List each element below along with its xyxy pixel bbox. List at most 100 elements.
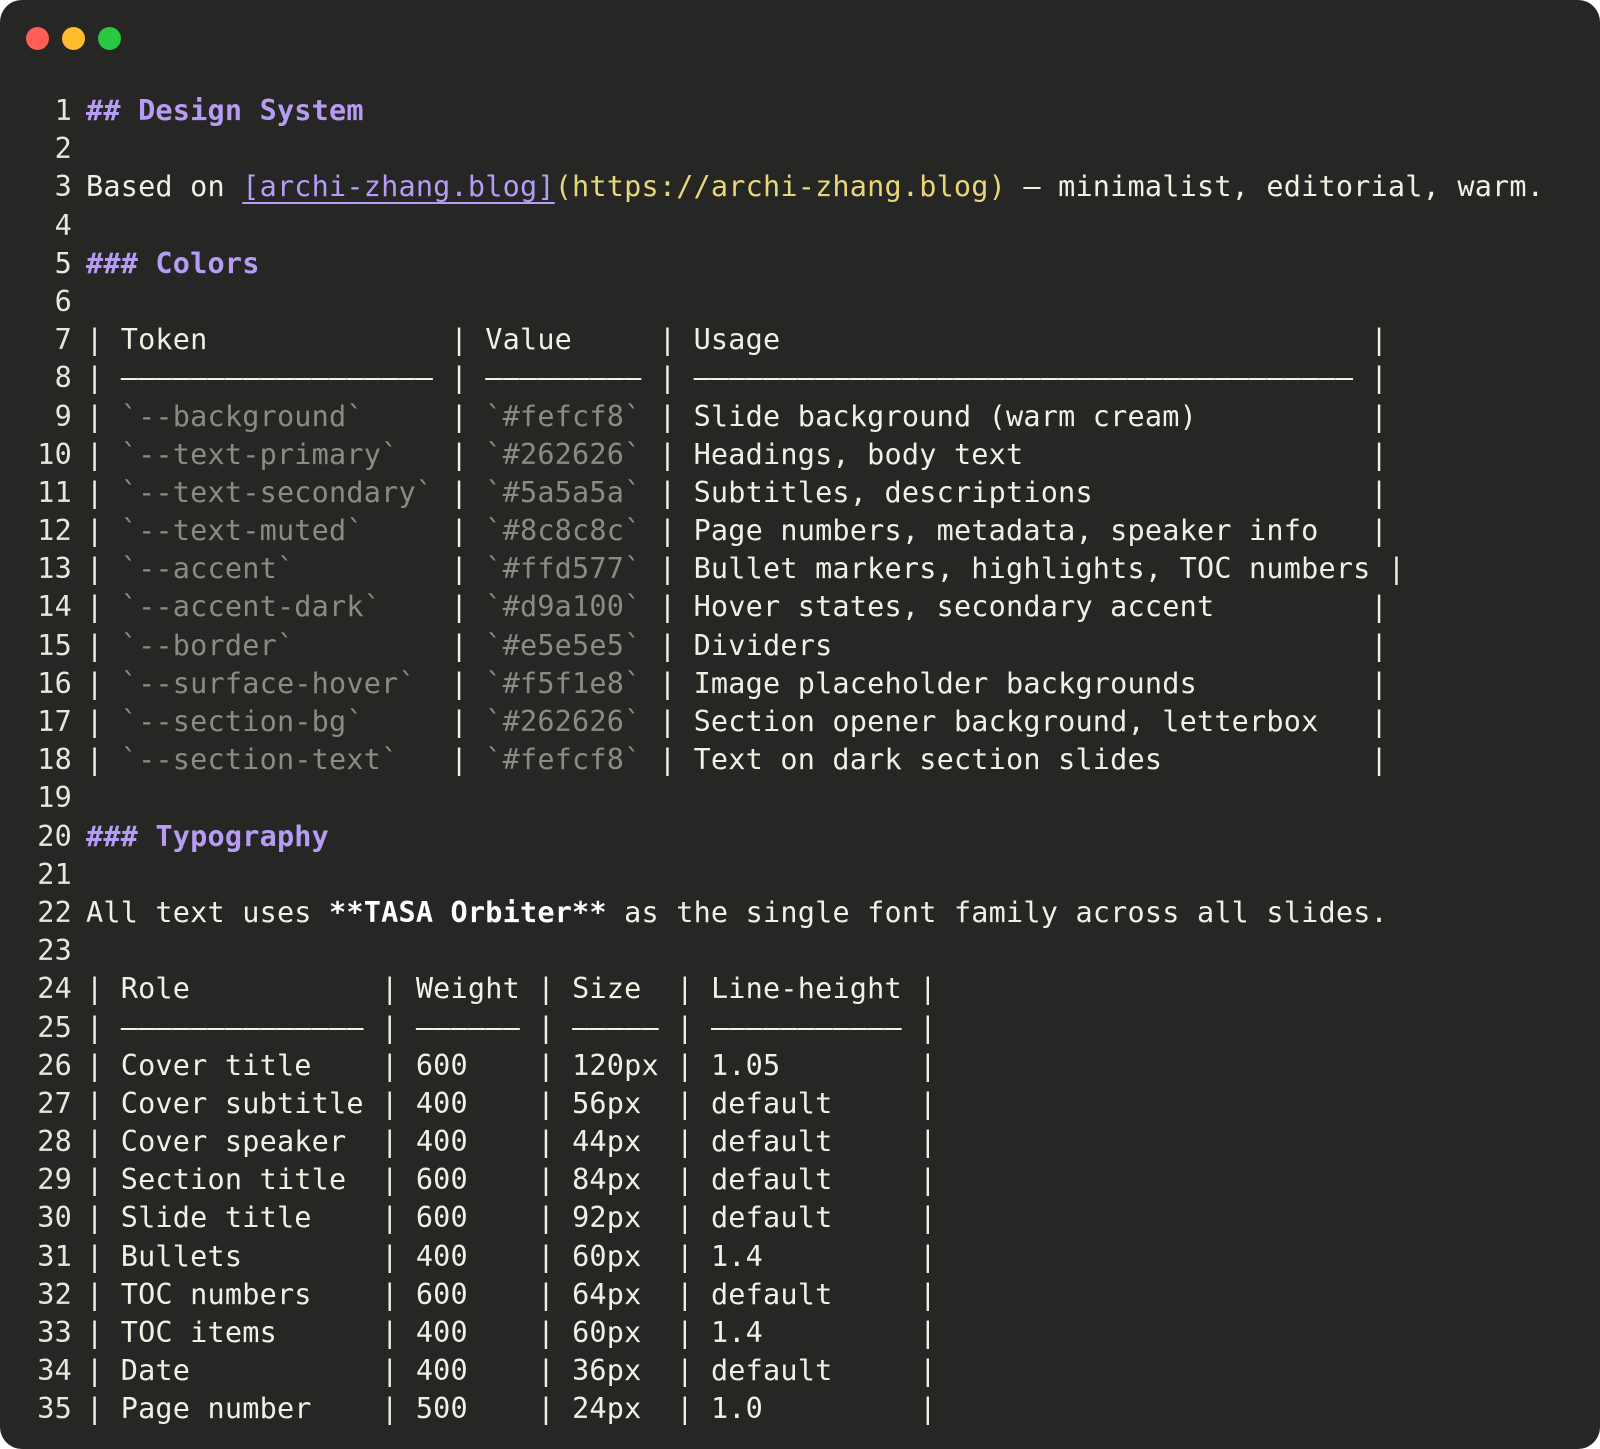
line-number: 15 <box>37 628 72 662</box>
color-usage: Bullet markers, highlights, TOC numbers <box>693 552 1371 586</box>
typo-weight: 600 <box>415 1048 520 1082</box>
line-number: 1 <box>54 94 72 127</box>
typo-line-height: default <box>710 1277 902 1311</box>
color-value: `#262626` <box>485 437 642 471</box>
table-pipe: | <box>86 1125 121 1159</box>
maximize-button[interactable] <box>98 27 121 50</box>
color-value: `#5a5a5a` <box>485 475 642 509</box>
line-content: ### Colors <box>72 245 260 283</box>
typo-weight: 500 <box>415 1392 520 1426</box>
table-pipe: | <box>641 514 694 548</box>
table-pipe: | <box>363 1048 416 1082</box>
typo-line-height: default <box>710 1354 902 1388</box>
table-pipe: | <box>433 666 486 700</box>
typo-weight: 400 <box>415 1354 520 1388</box>
table-pipe: | <box>658 1277 711 1311</box>
table-pipe: | <box>658 972 711 1006</box>
table-pipe: | <box>519 1392 573 1426</box>
line-number: 7 <box>54 323 72 357</box>
color-value: `#fefcf8` <box>485 399 642 433</box>
typo-line-height: default <box>710 1125 902 1159</box>
table-row: 9 | `--background` | `#fefcf8` | Slide ba… <box>0 398 1600 436</box>
table-row: 13 | `--accent` | `#ffd577` | Bullet mark… <box>0 550 1600 588</box>
typography-intro-bold: **TASA Orbiter** <box>329 895 607 929</box>
typo-role: Bullets <box>120 1239 364 1273</box>
line-content: Based on [archi-zhang.blog](https://arch… <box>72 168 1544 206</box>
color-value: `#fefcf8` <box>485 743 642 777</box>
line-number: 16 <box>37 666 72 700</box>
table-pipe: | <box>433 475 486 509</box>
typo-role: Cover subtitle <box>120 1086 364 1120</box>
line-content <box>72 856 86 894</box>
line-number: 25 <box>37 1010 72 1044</box>
line-content <box>72 779 86 817</box>
table-pipe: | <box>1353 437 1388 471</box>
typo-line-height: 1.4 <box>710 1316 902 1349</box>
typo-weight: 600 <box>415 1163 520 1197</box>
line-content: | Token | Value | Usage | <box>72 321 1388 359</box>
color-usage: Page numbers, metadata, speaker info <box>693 514 1354 548</box>
table-pipe: | <box>433 323 486 357</box>
line-number: 34 <box>37 1354 72 1388</box>
intro-prefix: Based on <box>86 170 243 204</box>
line-number: 24 <box>37 972 72 1006</box>
color-usage: Section opener background, letterbox <box>693 705 1354 738</box>
code-editor[interactable]: 1 ## Design System 2 3 Based on [archi-zhang… <box>0 92 1600 1429</box>
table-separator: ————— <box>572 1010 659 1044</box>
typo-role: Cover title <box>120 1048 364 1082</box>
typo-role: Date <box>120 1354 364 1388</box>
table-pipe: | <box>86 1201 121 1235</box>
table-separator: —————— <box>415 1010 520 1044</box>
typo-size: 24px <box>572 1392 659 1426</box>
table-pipe: | <box>363 972 416 1006</box>
typo-weight: 600 <box>415 1201 520 1235</box>
table-pipe: | <box>901 1392 937 1426</box>
table-row: 35 | Page number | 500 | 24px | 1.0 | <box>0 1390 1600 1428</box>
table-pipe: | <box>901 1163 937 1197</box>
table-pipe: | <box>641 743 694 777</box>
table-pipe: | <box>86 1048 121 1082</box>
typography-intro-suffix: as the single font family across all sli… <box>606 895 1388 929</box>
table-pipe: | <box>658 1201 711 1235</box>
line-content: | `--border` | `#e5e5e5` | Dividers | <box>72 627 1388 665</box>
table-pipe: | <box>641 705 694 738</box>
colors-header-usage: Usage <box>693 323 1354 357</box>
close-button[interactable] <box>26 27 49 50</box>
table-pipe: | <box>658 1316 711 1349</box>
table-pipe: | <box>86 1277 121 1311</box>
table-pipe: | <box>658 1239 711 1273</box>
table-pipe: | <box>901 1277 937 1311</box>
typo-line-height: default <box>710 1163 902 1197</box>
line-content: | TOC items | 400 | 60px | 1.4 | <box>72 1314 937 1352</box>
typo-size: 60px <box>572 1316 659 1349</box>
table-pipe: | <box>641 323 694 357</box>
minimize-button[interactable] <box>62 27 85 50</box>
color-token: `--background` <box>120 399 434 433</box>
table-separator: —————————————— <box>120 1010 364 1044</box>
typo-header-size: Size <box>572 972 659 1006</box>
line-content: | —————————————— | —————— | ————— | ————… <box>72 1009 937 1047</box>
typo-size: 64px <box>572 1277 659 1311</box>
table-row: 34 | Date | 400 | 36px | default | <box>0 1352 1600 1390</box>
heading-line: 20 ### Typography <box>0 818 1600 856</box>
line-content: | TOC numbers | 600 | 64px | default | <box>72 1276 937 1314</box>
typo-role: Slide title <box>120 1201 364 1235</box>
line-content: ## Design System <box>72 92 364 130</box>
table-pipe: | <box>1353 705 1388 738</box>
table-pipe: | <box>901 972 937 1006</box>
typo-role: Section title <box>120 1163 364 1197</box>
code-line: 22 All text uses **TASA Orbiter** as the … <box>0 894 1600 932</box>
line-content: | `--text-primary` | `#262626` | Heading… <box>72 436 1388 474</box>
table-pipe: | <box>641 666 694 700</box>
typo-line-height: 1.05 <box>710 1048 902 1082</box>
line-content: | —————————————————— | ————————— | —————… <box>72 359 1388 397</box>
table-pipe: | <box>1353 323 1388 357</box>
color-token: `--surface-hover` <box>120 666 434 700</box>
color-value: `#ffd577` <box>485 552 642 586</box>
code-line: 3 Based on [archi-zhang.blog](https://arc… <box>0 168 1600 206</box>
table-pipe: | <box>86 552 121 586</box>
line-number: 10 <box>37 437 72 471</box>
table-row: 29 | Section title | 600 | 84px | default… <box>0 1161 1600 1199</box>
line-number: 32 <box>37 1277 72 1311</box>
table-pipe: | <box>901 1201 937 1235</box>
